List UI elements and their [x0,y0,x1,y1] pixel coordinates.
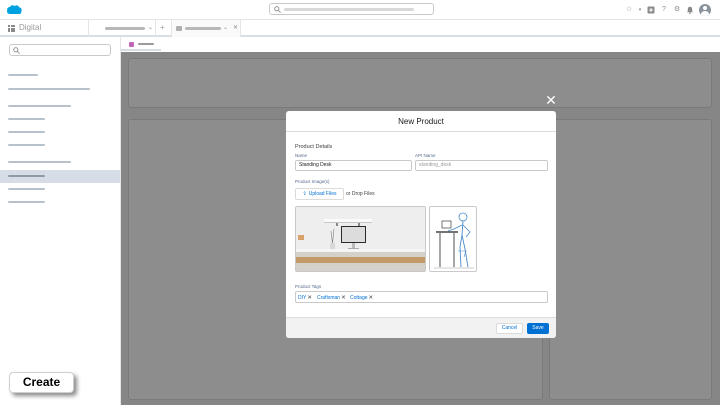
cloud-logo-icon[interactable] [6,4,22,15]
tag-pill[interactable]: DIY✕ [298,294,312,302]
create-callout-label: Create [9,372,74,393]
add-tab-icon[interactable]: + [160,23,165,32]
sidebar-item[interactable] [0,196,120,209]
setup-gear-icon[interactable]: ⚙ [673,6,681,14]
workspace-subtab-label [138,43,154,45]
upload-files-label: Upload Files [308,191,337,197]
save-button[interactable]: Save [527,323,549,334]
tag-label: Craftsman [317,295,341,301]
name-field[interactable]: Standing Desk [295,160,412,171]
app-nav-bar: Digital ⌄ + ⌄ ✕ [0,20,720,37]
chevron-down-icon[interactable]: ⌄ [148,24,153,31]
remove-tag-icon[interactable]: ✕ [341,295,346,301]
tag-pill[interactable]: Cottage✕ [350,294,373,302]
remove-tag-icon[interactable]: ✕ [369,295,374,301]
tag-label: DIY [298,295,307,301]
sidebar-item[interactable] [0,139,120,152]
sidebar-item[interactable] [0,69,120,82]
cancel-button[interactable]: Cancel [496,323,523,334]
product-tags-input[interactable]: DIY✕ Craftsman✕ Cottage✕ [295,291,548,303]
standing-desk-sketch [430,207,476,271]
sidebar-item[interactable] [0,183,120,196]
close-icon[interactable]: ✕ [545,93,557,107]
desk-photo [296,207,425,271]
sidebar [0,37,121,405]
avatar[interactable] [699,3,711,16]
product-image-desk[interactable] [295,206,426,272]
app-name: Digital [19,23,42,32]
product-image-sketch[interactable] [429,206,477,272]
sidebar-item[interactable] [0,113,120,126]
close-tab-icon[interactable]: ✕ [233,24,238,31]
favorites-icon[interactable]: ☆ [625,6,633,14]
notifications-bell-icon[interactable] [686,6,694,14]
folder-icon [176,26,182,31]
new-product-modal: New Product Product Details Name Standin… [286,111,556,338]
tag-pill[interactable]: Craftsman✕ [317,294,346,302]
tag-label: Cottage [350,295,368,301]
modal-title: New Product [286,111,556,132]
section-title: Product Details [295,144,333,150]
product-tags-label: Product Tags [295,284,322,289]
chevron-down-icon[interactable]: ⌄ [223,24,228,31]
global-header: ☆ ▾ ? ⚙ [0,0,720,20]
remove-tag-icon[interactable]: ✕ [307,295,312,301]
object-icon [129,42,134,47]
sidebar-search-input[interactable] [9,44,111,56]
upload-files-button[interactable]: ⇪ Upload Files [295,188,344,200]
api-name-field[interactable]: standing_desk [415,160,548,171]
global-actions-icon[interactable] [647,6,655,14]
api-name-label: API Name [415,153,436,158]
name-label: Name [295,153,308,158]
global-search-input[interactable] [269,3,434,15]
workspace-subtab[interactable] [121,37,161,51]
sidebar-item[interactable] [0,100,120,113]
sidebar-item[interactable] [0,83,120,96]
drop-files-text: or Drop Files [346,191,375,197]
open-record-tab[interactable]: ⌄ ✕ [171,20,241,37]
product-images-label: Product Image(s) [295,179,330,184]
nav-menu-tab[interactable]: ⌄ [88,20,156,37]
search-icon [274,6,281,13]
modal-footer: Cancel Save [286,317,556,338]
sidebar-item[interactable] [0,156,120,169]
upload-icon: ⇪ [302,191,307,197]
nav-menu-tab-label [105,27,145,30]
open-record-tab-label [185,27,221,30]
app-launcher-icon[interactable] [8,25,15,32]
header-icons: ☆ ▾ ? ⚙ [625,2,711,17]
help-icon[interactable]: ? [660,6,668,14]
sidebar-item-active[interactable] [0,170,120,183]
search-icon [13,47,20,54]
sidebar-item[interactable] [0,126,120,139]
search-placeholder-bar [284,8,414,11]
favorites-list-icon[interactable]: ▾ [638,6,642,14]
